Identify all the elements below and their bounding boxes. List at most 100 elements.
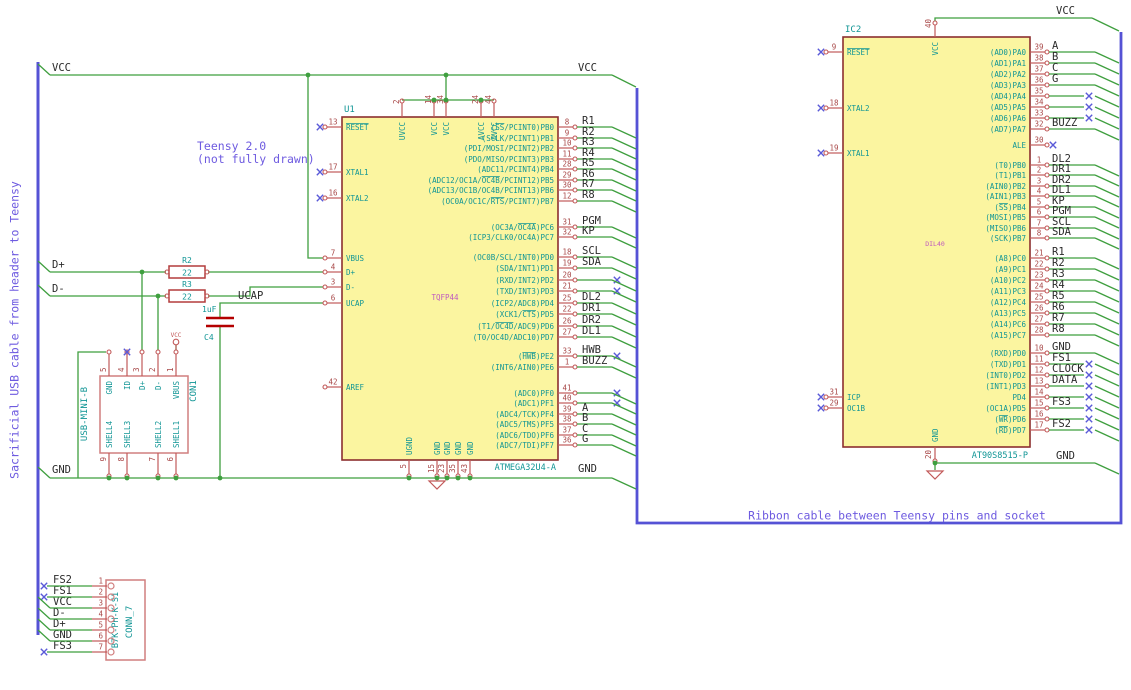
net-label-buzz[interactable]: BUZZ: [582, 355, 607, 367]
junction-dot: [455, 475, 461, 481]
net-label-dr1[interactable]: DR1: [582, 302, 601, 314]
net-label-vcc[interactable]: VCC: [1056, 5, 1075, 17]
pin-name: VBUS: [172, 381, 181, 400]
junction-dot: [444, 475, 450, 481]
pin-number: 15: [427, 464, 436, 473]
pin-end-circle: [572, 224, 578, 230]
pin-number: 4: [98, 610, 103, 619]
wire: [611, 126, 637, 139]
junction-dot: [443, 72, 449, 78]
net-label-r8[interactable]: R8: [582, 189, 595, 201]
net-label-fs3[interactable]: FS3: [1052, 396, 1071, 408]
pin-number: 13: [1034, 377, 1043, 386]
net-label-g[interactable]: G: [582, 433, 588, 445]
note-teensy[interactable]: Teensy 2.0 (not fully drawn): [197, 140, 315, 166]
pin-end-circle: [1044, 214, 1050, 220]
vcc-power-symbol[interactable]: VCC: [171, 332, 182, 350]
net-label-fs3[interactable]: FS3: [53, 640, 72, 652]
wire: [1094, 396, 1120, 409]
wire: [1094, 106, 1120, 119]
pin-end-circle: [572, 421, 578, 427]
pin-number: 9: [99, 457, 108, 462]
pin-end-circle: [572, 145, 578, 151]
pin-end-circle: [572, 442, 578, 448]
pin-name: (A14)PC6: [990, 320, 1027, 329]
net-label-vcc[interactable]: VCC: [578, 62, 597, 74]
net-label-vcc[interactable]: VCC: [52, 62, 71, 74]
pin-number: 11: [562, 150, 571, 159]
pin-number: 35: [448, 464, 457, 473]
capacitor-c4[interactable]: 1uF C4: [202, 305, 234, 342]
net-label-data[interactable]: DATA: [1052, 374, 1078, 386]
pin-end-circle: [572, 400, 578, 406]
pin-number: 17: [328, 163, 337, 172]
net-label-ucap[interactable]: UCAP: [238, 290, 263, 302]
pin-number: 38: [562, 415, 572, 424]
pin-end-circle: [1044, 361, 1050, 367]
pin-number: 37: [1034, 65, 1043, 74]
pin-name: (AD3)PA3: [990, 81, 1026, 90]
net-label-g[interactable]: G: [1052, 73, 1058, 85]
resistor-r2[interactable]: R222: [164, 256, 210, 279]
pin-end-circle: [572, 300, 578, 306]
pin-number: 21: [1034, 249, 1043, 258]
note-sacrificial-usb-cable[interactable]: Sacrificial USB cable from header to Tee…: [8, 181, 22, 479]
pin-name: (ADC7/TDI)PF7: [495, 441, 554, 450]
wire: [611, 413, 637, 426]
wire: [611, 200, 637, 213]
wire: [1094, 95, 1120, 108]
net-label-sda[interactable]: SDA: [1052, 226, 1072, 238]
pin-end-circle: [572, 411, 578, 417]
pin-name: (AD5)PA5: [990, 103, 1026, 112]
wire: [1094, 407, 1120, 420]
net-label-kp[interactable]: KP: [582, 225, 595, 237]
connector-value: USB-MINI-B: [80, 387, 90, 441]
wire: [1094, 385, 1120, 398]
net-label-sda[interactable]: SDA: [582, 256, 602, 268]
pin-number: 41: [562, 384, 571, 393]
capacitor-value: 1uF: [202, 305, 217, 314]
pin-name: AVCC: [477, 122, 486, 140]
wire: [611, 302, 637, 315]
pin-end-circle: [572, 254, 578, 260]
pin-end-circle: [1044, 60, 1050, 66]
net-label-buzz[interactable]: BUZZ: [1052, 117, 1077, 129]
net-label-fs2[interactable]: FS2: [1052, 418, 1071, 430]
pin-end-circle: [1044, 372, 1050, 378]
note-ribbon-cable[interactable]: Ribbon cable between Teensy pins and soc…: [748, 509, 1046, 523]
net-label-dl1[interactable]: DL1: [582, 325, 601, 337]
pin-name: (A10)PC2: [990, 276, 1026, 285]
wire: [1094, 290, 1120, 303]
ground-icon[interactable]: [925, 470, 945, 480]
net-label-dminus[interactable]: D-: [52, 283, 65, 295]
pin-number: 14: [424, 94, 433, 104]
pin-number: 10: [1034, 344, 1044, 353]
wire: [611, 226, 637, 239]
pin-name: (XCK1/CTS)PD5: [495, 310, 554, 319]
wire: [1094, 206, 1120, 219]
pin-number: 22: [562, 305, 571, 314]
pin-number: 24: [471, 94, 480, 104]
pin-name: GND: [931, 428, 940, 442]
wire: [1094, 418, 1120, 431]
pin-end-circle: [1044, 162, 1050, 168]
vcc-symbol-label: VCC: [171, 332, 182, 339]
pin-name: (RXD)PD0: [990, 349, 1027, 358]
net-label-gnd[interactable]: GND: [578, 463, 597, 475]
net-label-gnd[interactable]: GND: [1056, 450, 1075, 462]
resistor-r3[interactable]: R322: [164, 280, 210, 303]
vcc-icon[interactable]: [172, 338, 180, 346]
net-label-r8[interactable]: R8: [1052, 323, 1065, 335]
net-label-gnd[interactable]: GND: [52, 464, 71, 476]
ic-value: ATMEGA32U4-A: [495, 463, 556, 473]
pin-name: RESET: [847, 48, 870, 57]
usb-connector-con1[interactable]: USB-MINI-B CON1 5 GND 4 ID 3 D+ 2 D- 1 VBUS 9 SHELL4 8…: [80, 348, 199, 479]
net-label-dplus[interactable]: D+: [52, 259, 65, 271]
pin-name: AVCC: [490, 122, 499, 140]
junction-dot: [467, 475, 473, 481]
header-connector-conn7[interactable]: B7K-PH-K-S1 CONN_71FS22FS13VCC4D-5D+6GND7…: [40, 574, 146, 661]
pin-end-circle: [572, 265, 578, 271]
ground-icon[interactable]: [427, 480, 447, 490]
pin-end-circle: [572, 166, 578, 172]
ic-u1-atmega32u4[interactable]: U1ATMEGA32U4-ATQFP448(SS/PCINT0)PB09(SCL…: [316, 94, 621, 479]
